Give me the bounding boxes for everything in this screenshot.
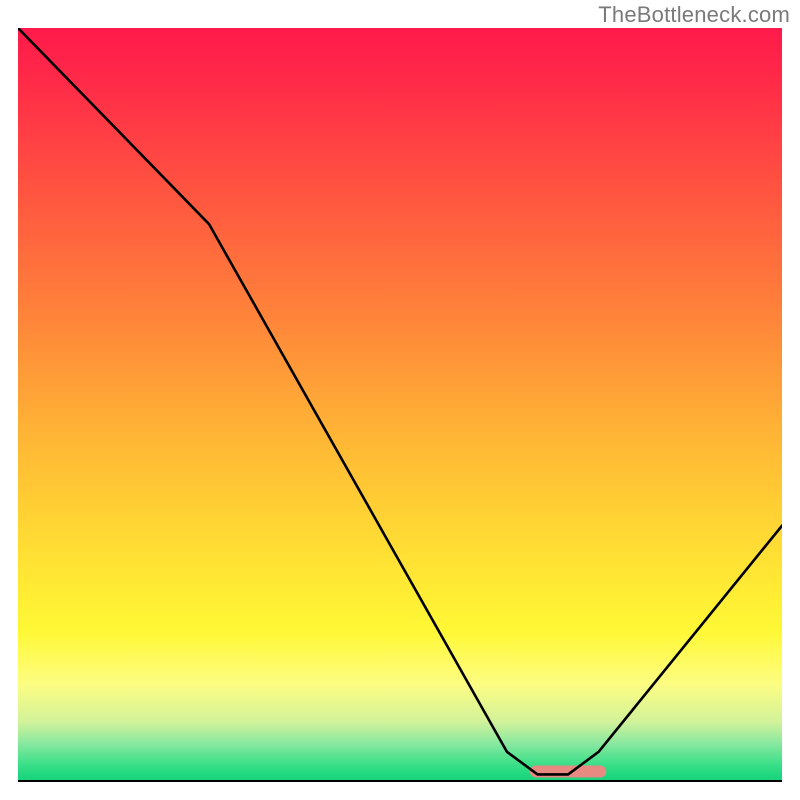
watermark-text: TheBottleneck.com — [598, 2, 790, 28]
chart-container: TheBottleneck.com — [0, 0, 800, 800]
chart-overlay — [18, 28, 782, 782]
x-axis-line — [18, 780, 782, 782]
plot-area — [18, 28, 782, 782]
curve-line — [18, 28, 782, 774]
